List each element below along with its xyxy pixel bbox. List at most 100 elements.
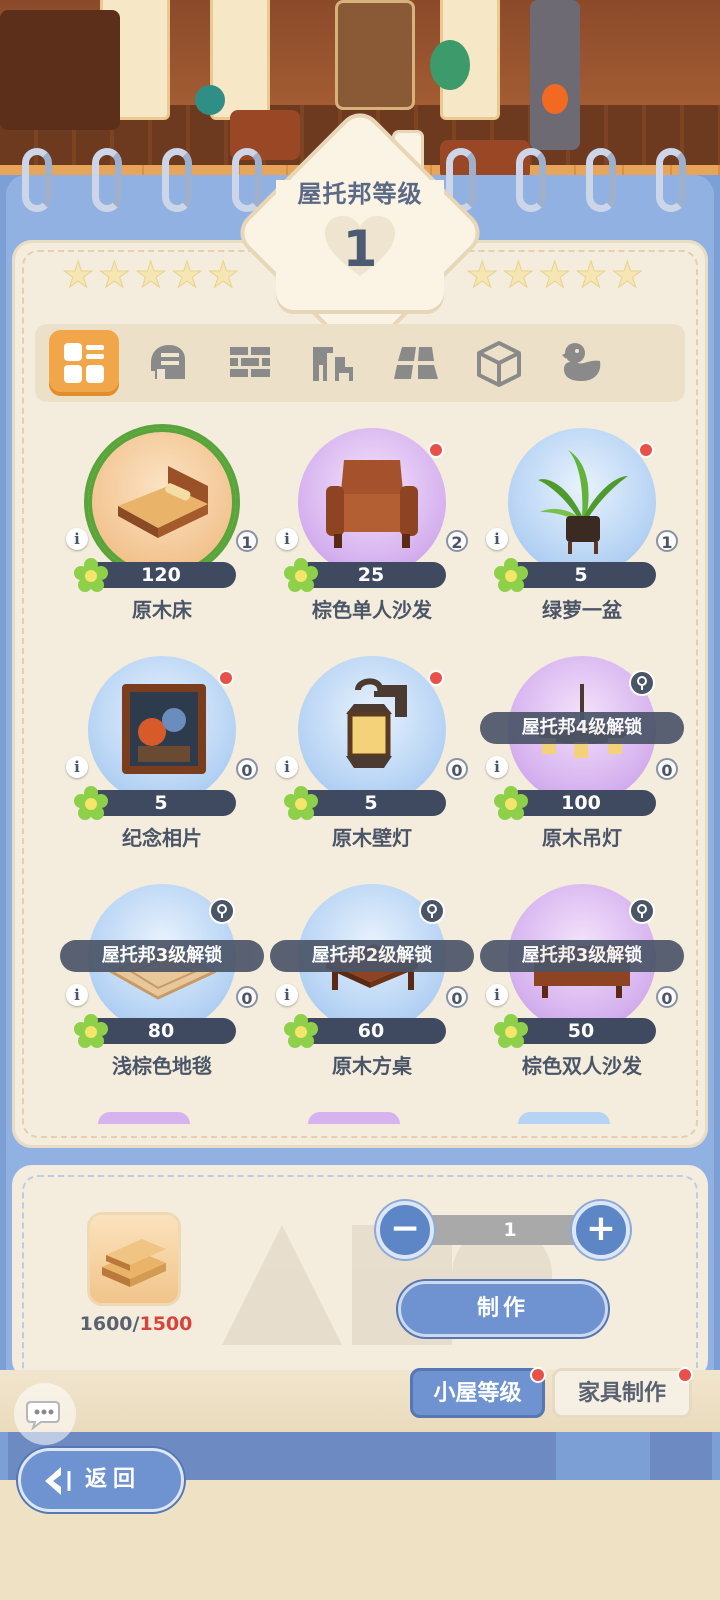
binder-ring — [586, 148, 616, 212]
info-icon[interactable]: i — [486, 756, 508, 778]
info-icon[interactable]: i — [276, 984, 298, 1006]
furniture-set-icon — [313, 347, 353, 381]
furniture-item-potted-plant[interactable]: i 1 5 绿萝一盆 — [480, 428, 680, 638]
category-tabs — [35, 324, 685, 402]
info-icon[interactable]: i — [66, 528, 88, 550]
level-value: 1 — [342, 220, 378, 278]
lock-icon — [419, 898, 445, 924]
furniture-item-chandelier[interactable]: 屋托邦4级解锁 i 0 100 原木吊灯 — [480, 656, 684, 866]
floor-tile-icon — [394, 347, 438, 379]
chat-button[interactable] — [14, 1383, 76, 1445]
level-stars-right: ★ ★ ★ ★ ★ — [465, 255, 644, 296]
info-icon[interactable]: i — [486, 528, 508, 550]
dream-flower-icon — [494, 786, 528, 820]
tab-furniture-sets[interactable] — [298, 330, 368, 396]
binder-ring — [162, 148, 192, 212]
item-name: 原木方桌 — [332, 1054, 412, 1078]
wall-lamp-image — [346, 678, 407, 768]
material-need: 1500 — [139, 1313, 193, 1335]
tab-furniture-crafting-label: 家具制作 — [577, 1381, 666, 1406]
tab-all[interactable] — [49, 330, 119, 396]
owned-count: 2 — [446, 530, 468, 552]
info-icon[interactable]: i — [276, 528, 298, 550]
furniture-item-photo[interactable]: i 0 5 纪念相片 — [60, 656, 260, 866]
dream-flower-icon — [284, 558, 318, 592]
item-name: 原木壁灯 — [332, 826, 412, 850]
rubber-duck-icon — [562, 343, 601, 381]
info-icon[interactable]: i — [66, 984, 88, 1006]
new-indicator-dot — [218, 670, 234, 686]
dream-flower-icon — [284, 786, 318, 820]
brick-wall-icon — [230, 347, 270, 377]
owned-count: 0 — [236, 758, 258, 780]
tab-objects[interactable] — [464, 330, 534, 396]
all-grid-icon — [64, 343, 104, 383]
new-indicator-dot — [638, 442, 654, 458]
tab-house-level[interactable]: 小屋等级 — [410, 1367, 546, 1418]
item-name: 原木吊灯 — [542, 826, 622, 850]
decrease-quantity-button[interactable]: − — [376, 1201, 434, 1259]
back-label: 返回 — [85, 1467, 142, 1492]
dream-flower-icon — [494, 1014, 528, 1048]
brown-armchair-image — [326, 460, 418, 548]
craft-button[interactable]: 制作 — [398, 1281, 608, 1337]
owned-count: 0 — [236, 986, 258, 1008]
crafting-panel: 1600/1500 1 − + 制作 — [12, 1165, 708, 1380]
tab-floors[interactable] — [381, 330, 451, 396]
tab-decor[interactable] — [547, 330, 617, 396]
wood-material-icon[interactable] — [90, 1215, 178, 1303]
unlock-requirement: 屋托邦2级解锁 — [270, 940, 474, 972]
dream-flower-icon — [74, 558, 108, 592]
wooden-bed-image — [118, 466, 208, 538]
info-icon[interactable]: i — [486, 984, 508, 1006]
back-button[interactable]: 返回 — [18, 1448, 184, 1512]
tab-room-shell[interactable] — [132, 330, 202, 396]
dream-flower-icon — [74, 1014, 108, 1048]
item-name: 浅棕色地毯 — [112, 1054, 212, 1078]
item-name: 棕色单人沙发 — [312, 598, 432, 622]
house-level-badge: 屋托邦等级 1 — [236, 109, 484, 357]
binder-ring — [92, 148, 122, 212]
binder-ring — [656, 148, 686, 212]
binder-ring — [516, 148, 546, 212]
furniture-item-square-table[interactable]: 屋托邦2级解锁 i 0 60 原木方桌 — [270, 884, 474, 1094]
material-count: 1600/1500 — [76, 1313, 196, 1335]
info-icon[interactable]: i — [66, 756, 88, 778]
owned-count: 0 — [656, 758, 678, 780]
unlock-requirement: 屋托邦3级解锁 — [480, 940, 684, 972]
binder-ring — [22, 148, 52, 212]
lock-icon — [629, 670, 655, 696]
owned-count: 1 — [236, 530, 258, 552]
tab-walls[interactable] — [215, 330, 285, 396]
chat-bubble-icon — [26, 1401, 60, 1431]
new-indicator-dot — [428, 442, 444, 458]
framed-photo-image — [122, 684, 206, 774]
notification-dot — [530, 1367, 546, 1383]
unlock-requirement: 屋托邦4级解锁 — [480, 712, 684, 744]
notification-dot — [677, 1367, 693, 1383]
dream-flower-icon — [74, 786, 108, 820]
owned-count: 0 — [656, 986, 678, 1008]
furniture-item-wall-lamp[interactable]: i 0 5 原木壁灯 — [270, 656, 470, 866]
furniture-item-rug[interactable]: 屋托邦3级解锁 i 0 80 浅棕色地毯 — [60, 884, 264, 1094]
furniture-item-single-sofa[interactable]: i 2 25 棕色单人沙发 — [270, 428, 470, 638]
item-name: 纪念相片 — [122, 826, 202, 850]
item-name: 棕色双人沙发 — [522, 1054, 642, 1078]
info-icon[interactable]: i — [276, 756, 298, 778]
back-arrow-icon — [45, 1467, 71, 1495]
list-item-partial — [308, 1112, 400, 1124]
cube-icon — [477, 341, 521, 387]
item-name: 原木床 — [132, 598, 192, 622]
furniture-item-double-sofa[interactable]: 屋托邦3级解锁 i 0 50 棕色双人沙发 — [480, 884, 684, 1094]
unlock-requirement: 屋托邦3级解锁 — [60, 940, 264, 972]
potted-plant-image — [538, 450, 628, 554]
item-name: 绿萝一盆 — [542, 598, 622, 622]
tab-furniture-crafting[interactable]: 家具制作 — [552, 1367, 693, 1418]
level-title: 屋托邦等级 — [297, 180, 423, 208]
dream-flower-icon — [284, 1014, 318, 1048]
new-indicator-dot — [428, 670, 444, 686]
material-have: 1600 — [79, 1313, 133, 1335]
increase-quantity-button[interactable]: + — [572, 1201, 630, 1259]
dream-flower-icon — [494, 558, 528, 592]
furniture-item-bed[interactable]: i 1 120 原木床 — [60, 424, 260, 638]
